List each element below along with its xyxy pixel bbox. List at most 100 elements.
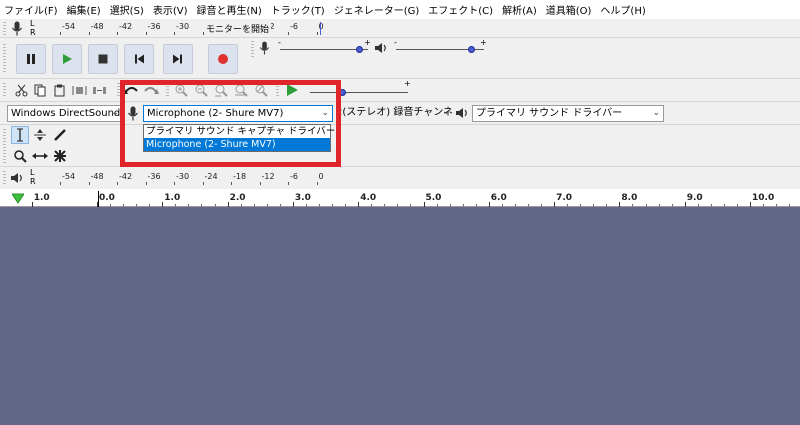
recording-volume-icon [259,41,270,55]
recording-volume-minus: - [278,38,281,47]
pause-button[interactable] [16,44,46,74]
meter-tick-label: -36 [147,22,161,31]
timeline-ruler[interactable]: 1.0 0.0 1.0 2.0 3.0 4.0 5.0 6.0 7.0 8.0 9.0 10.0 [0,191,800,207]
meter-tick-label: -30 [176,22,190,31]
track-panel[interactable] [0,207,800,425]
skip-to-end-button[interactable] [163,44,193,74]
meter-tick [60,182,61,185]
toolbar-grip[interactable] [3,83,6,98]
meter-tick [231,182,232,185]
playback-volume-minus: - [394,38,397,47]
play-button[interactable] [52,44,82,74]
play-speed-plus: + [404,79,411,88]
microphone-icon[interactable] [11,21,23,36]
play-speed-minus: - [308,79,311,88]
toolbar-grip[interactable] [3,22,6,35]
menu-item[interactable]: 表示(V) [153,2,188,17]
undo-icon[interactable] [122,81,140,99]
recording-channels-select[interactable]: 2(ステレオ) 録音チャンネル ⌄ [333,105,453,122]
menu-item[interactable]: ファイル(F) [4,2,58,17]
fit-selection-icon[interactable] [212,81,230,99]
recording-channels-value: 2(ステレオ) 録音チャンネル [336,107,453,118]
time-shift-tool-icon[interactable] [31,147,49,165]
playback-volume-icon [374,42,388,54]
selection-tool-icon[interactable] [11,126,29,144]
speaker-icon[interactable] [10,172,24,184]
meter-tick [88,32,90,35]
meter-channel-l: L [30,168,35,177]
paste-icon[interactable] [50,81,68,99]
speaker-icon [455,107,469,119]
zoom-in-icon[interactable] [172,81,190,99]
play-at-speed-icon[interactable] [283,81,301,99]
zoom-tool-icon[interactable] [11,147,29,165]
silence-audio-icon[interactable] [90,81,108,99]
chevron-down-icon: ⌄ [111,108,119,118]
play-speed-slider[interactable] [310,92,408,93]
monitor-start-label[interactable]: モニターを開始 [204,22,272,35]
timeline-label: 3.0 [294,193,311,203]
menu-item[interactable]: ジェネレーター(G) [334,2,420,17]
recording-volume-knob[interactable] [356,46,364,53]
toolbar-grip[interactable] [276,83,279,98]
trim-audio-icon[interactable] [70,81,88,99]
toolbar-grip[interactable] [166,83,169,98]
dropdown-option[interactable]: Microphone (2- Shure MV7) [144,138,330,151]
recording-device-select[interactable]: Microphone (2- Shure MV7) ⌄ [143,105,333,122]
timeline-cursor [98,191,99,207]
stop-button[interactable] [88,44,118,74]
toolbar-grip[interactable] [251,41,254,57]
recording-meter[interactable]: -54-48-42-36-30-24-18-12-60 [40,22,340,36]
play-speed-knob[interactable] [339,89,347,96]
menu-item[interactable]: ヘルプ(H) [600,2,645,17]
recording-volume-slider[interactable] [280,49,368,50]
playback-meter[interactable]: -54 -48 -42 -36 -30 -24 -18 -12 -6 0 [40,172,340,186]
copy-icon[interactable] [31,81,49,99]
menu-item[interactable]: 道具箱(O) [546,2,592,17]
redo-icon[interactable] [142,81,160,99]
dropdown-option[interactable]: プライマリ サウンド キャプチャ ドライバー [144,125,335,138]
audio-host-select[interactable]: Windows DirectSound ⌄ [7,105,123,122]
menu-item[interactable]: 編集(E) [67,2,101,17]
menu-item[interactable]: エフェクト(C) [428,2,493,17]
meter-tick-label: -18 [233,172,247,181]
toolbar-grip[interactable] [3,44,6,72]
meter-playhead [320,22,321,35]
meter-tick [174,182,175,185]
toolbar-grip[interactable] [117,83,120,98]
meter-tick [316,182,318,185]
recording-device-dropdown: プライマリ サウンド キャプチャ ドライバー Microphone (2- Shu… [143,124,335,152]
menu-item[interactable]: 解析(A) [502,2,537,17]
menu-item[interactable]: トラック(T) [271,2,325,17]
meter-channel-r: R [30,177,36,186]
envelope-tool-icon[interactable] [31,126,49,144]
fit-project-icon[interactable] [232,81,250,99]
multi-tool-icon[interactable] [51,147,69,165]
cut-icon[interactable] [12,81,30,99]
meter-channel-l: L [30,19,35,28]
meter-tick-label: -12 [261,172,275,181]
meter-tick-label: -6 [290,22,298,31]
meter-tick [202,182,204,185]
chevron-down-icon: ⌄ [442,107,450,117]
draw-tool-icon[interactable] [51,126,69,144]
zoom-toggle-icon[interactable] [252,81,270,99]
toolbar-grip[interactable] [3,171,6,185]
menu-item[interactable]: 選択(S) [110,2,144,17]
playback-volume-plus: + [480,38,487,47]
transport-row: - + - + [0,38,800,79]
skip-to-start-button[interactable] [124,44,154,74]
toolbar-grip[interactable] [3,129,6,163]
meter-tick-label: -42 [119,172,133,181]
record-button[interactable] [208,44,238,74]
play-region-marker-icon[interactable] [12,193,24,204]
playback-device-select[interactable]: プライマリ サウンド ドライバー ⌄ [472,105,664,122]
recording-device-value: Microphone (2- Shure MV7) [147,108,284,119]
zoom-out-icon[interactable] [192,81,210,99]
menu-item[interactable]: 録音と再生(N) [197,2,262,17]
meter-tick [316,32,318,35]
playback-device-value: プライマリ サウンド ドライバー [476,108,623,119]
timeline-label: 7.0 [556,193,573,203]
playback-volume-knob[interactable] [467,46,475,53]
timeline-label: 1.0 [33,193,50,203]
